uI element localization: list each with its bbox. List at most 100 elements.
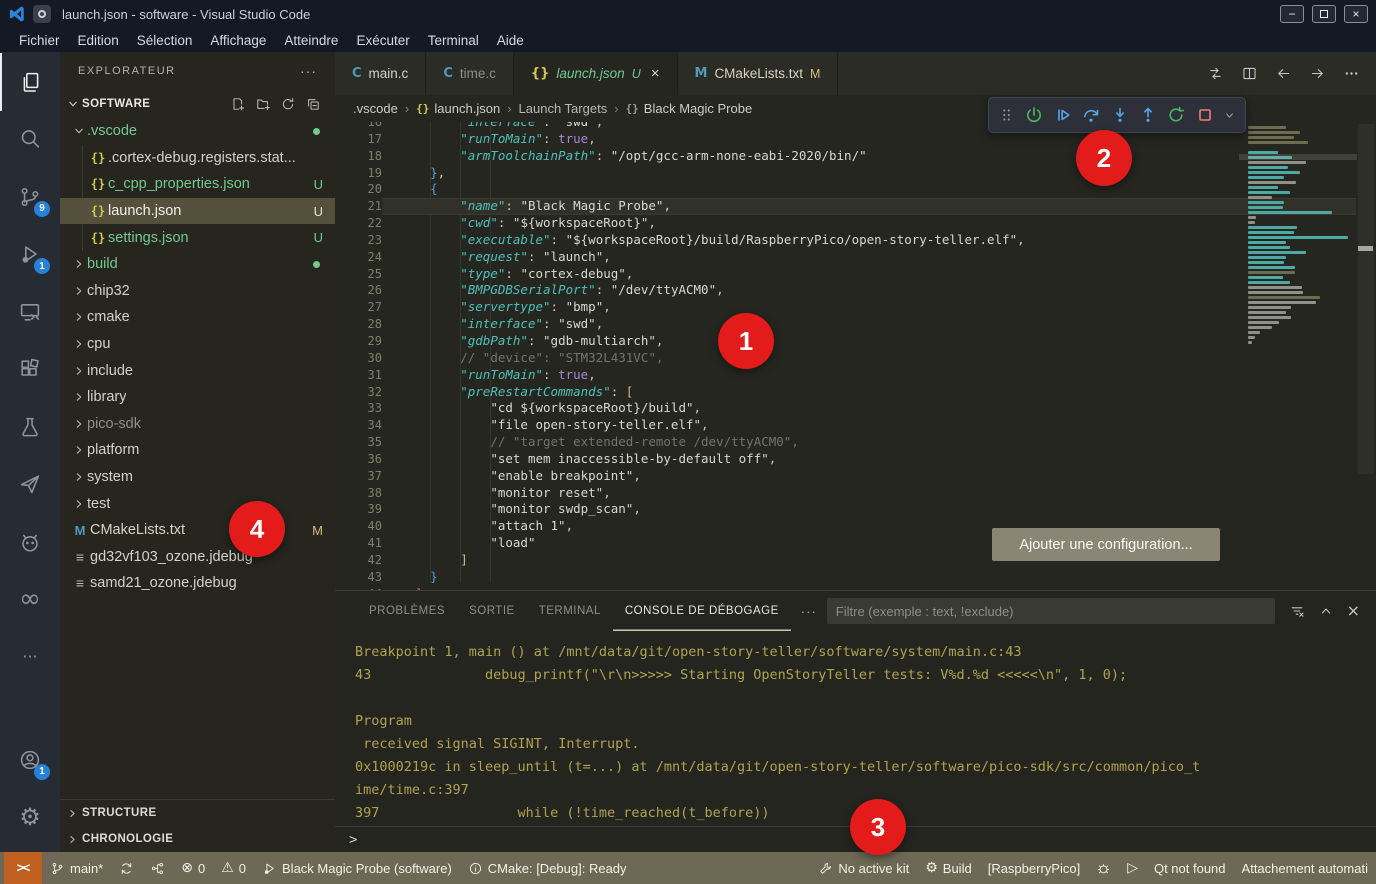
sidebar-more-button[interactable]: ··· [300,63,317,79]
activity-search[interactable] [0,111,60,169]
activity-settings[interactable]: ⚙ [0,789,60,847]
menu-item-atteindre[interactable]: Atteindre [275,33,347,48]
action-new-file[interactable] [230,96,246,112]
action-refresh[interactable] [280,96,296,112]
tab-time.c[interactable]: Ctime.c [426,52,514,95]
drag-grip-button[interactable] [998,106,1016,124]
tree-item-samd21_ozone.jdebug[interactable]: ≡samd21_ozone.jdebug [60,570,335,597]
tree-item-pico-sdk[interactable]: pico-sdk [60,411,335,438]
activity-testing[interactable] [0,398,60,456]
tree-item-settings.json[interactable]: {}settings.jsonU [60,224,335,251]
activity-visual-studio[interactable]: ∞ [0,571,60,629]
activity-remote-explorer[interactable] [0,283,60,341]
activity-additional-views[interactable]: ··· [0,628,60,686]
tree-item-library[interactable]: library [60,384,335,411]
status-scm-graph[interactable] [142,852,173,884]
status-build-variant[interactable]: [RaspberryPico] [980,852,1088,884]
action-new-folder[interactable] [255,96,271,112]
tree-item-c_cpp_properties.json[interactable]: {}c_cpp_properties.jsonU [60,171,335,198]
menu-item-terminal[interactable]: Terminal [419,33,488,48]
tab-CMakeLists.txt[interactable]: MCMakeLists.txtM [678,52,839,95]
navigate-back-button[interactable] [1275,65,1292,82]
minimap[interactable] [1243,125,1353,345]
menu-item-edition[interactable]: Edition [69,33,128,48]
tab-main.c[interactable]: Cmain.c [335,52,426,95]
activity-cmake[interactable] [0,513,60,571]
status-warnings[interactable]: ⚠0 [213,852,254,884]
chevron-down-button[interactable] [1223,109,1236,122]
tree-item-CMakeLists.txt[interactable]: MCMakeLists.txtM [60,517,335,544]
status-git-branch[interactable]: main* [42,852,111,884]
stop-button[interactable] [1195,105,1215,125]
code-editor[interactable]: 16 "interface": "swd",17 "runToMain": tr… [335,122,1376,590]
breadcrumb-item-launch.json[interactable]: {}launch.json [416,101,500,116]
tab-launch.json[interactable]: {}launch.jsonU× [514,52,678,95]
activity-explorer[interactable] [0,53,60,111]
panel-tab-sortie[interactable]: SORTIE [457,591,527,631]
step-out-button[interactable] [1138,105,1158,125]
split-editor-button[interactable] [1241,65,1258,82]
tree-item-cmake[interactable]: cmake [60,304,335,331]
status-debug-button[interactable] [1088,852,1119,884]
tree-item-include[interactable]: include [60,357,335,384]
remote-indicator[interactable]: >< [4,852,42,884]
tree-item-chip32[interactable]: chip32 [60,278,335,305]
activity-extensions[interactable] [0,341,60,399]
status-cmake-build[interactable]: ⚙Build [917,852,979,884]
close-button[interactable]: × [1344,5,1368,23]
activity-accounts[interactable]: 1 [0,731,60,789]
debug-console-filter-input[interactable] [827,598,1275,624]
menu-item-aide[interactable]: Aide [488,33,533,48]
tree-item-gd32vf103_ozone.jdebug[interactable]: ≡gd32vf103_ozone.jdebug [60,544,335,571]
panel-tab-console-de-débogage[interactable]: CONSOLE DE DÉBOGAGE [613,591,791,631]
continue-button[interactable] [1053,105,1073,125]
add-configuration-button[interactable]: Ajouter une configuration... [992,528,1220,561]
maximize-button[interactable] [1312,5,1336,23]
minimize-button[interactable]: − [1280,5,1304,23]
editor-scrollbar[interactable] [1356,122,1376,590]
tree-item-system[interactable]: system [60,464,335,491]
tree-item-launch.json[interactable]: {}launch.jsonU [60,198,335,225]
activity-run-debug[interactable]: 1 [0,226,60,284]
status-debug-target[interactable]: Black Magic Probe (software) [254,852,460,884]
activity-test-tools[interactable] [0,456,60,514]
status-errors[interactable]: ⊗0 [173,852,213,884]
status-launch-button[interactable]: ▷ [1119,852,1146,884]
section-structure[interactable]: STRUCTURE [60,800,335,826]
tree-item-cpu[interactable]: cpu [60,331,335,358]
panel-more-button[interactable]: ··· [791,604,827,619]
breadcrumb-item-.vscode[interactable]: .vscode [353,101,398,116]
close-icon[interactable]: × [651,65,660,82]
status-auto-attach[interactable]: Attachement automati [1234,852,1376,884]
activity-source-control[interactable]: 9 [0,168,60,226]
navigate-forward-button[interactable] [1309,65,1326,82]
menu-item-sélection[interactable]: Sélection [128,33,202,48]
close-button[interactable]: × [1347,603,1360,619]
breadcrumb-item-launch-targets[interactable]: Launch Targets [519,101,608,116]
tree-item-platform[interactable]: platform [60,437,335,464]
chevron-up-button[interactable] [1318,603,1334,619]
tree-item-.vscode[interactable]: .vscode [60,118,335,145]
scrollbar-thumb[interactable] [1358,124,1374,474]
menu-item-exécuter[interactable]: Exécuter [347,33,418,48]
status-sync[interactable] [111,852,142,884]
status-cmake-status[interactable]: CMake: [Debug]: Ready [460,852,635,884]
tree-item-build[interactable]: build [60,251,335,278]
step-over-button[interactable] [1081,105,1101,125]
menu-item-affichage[interactable]: Affichage [201,33,275,48]
menu-item-fichier[interactable]: Fichier [10,33,69,48]
panel-tab-terminal[interactable]: TERMINAL [527,591,613,631]
status-active-kit[interactable]: No active kit [810,852,917,884]
section-chronologie[interactable]: CHRONOLOGIE [60,826,335,852]
restart-button[interactable] [1166,105,1186,125]
filter-button[interactable] [1289,603,1305,619]
status-qt-status[interactable]: Qt not found [1146,852,1234,884]
tree-item-.cortex-debug.registers.stat...[interactable]: {}.cortex-debug.registers.stat... [60,145,335,172]
panel-tab-problèmes[interactable]: PROBLÈMES [357,591,457,631]
breadcrumb-item-black-magic-probe[interactable]: {}Black Magic Probe [626,101,753,116]
more-actions-button[interactable] [1343,65,1360,82]
action-collapse-all[interactable] [305,96,321,112]
power-button[interactable] [1024,105,1044,125]
step-into-button[interactable] [1110,105,1130,125]
compare-changes-button[interactable] [1207,65,1224,82]
